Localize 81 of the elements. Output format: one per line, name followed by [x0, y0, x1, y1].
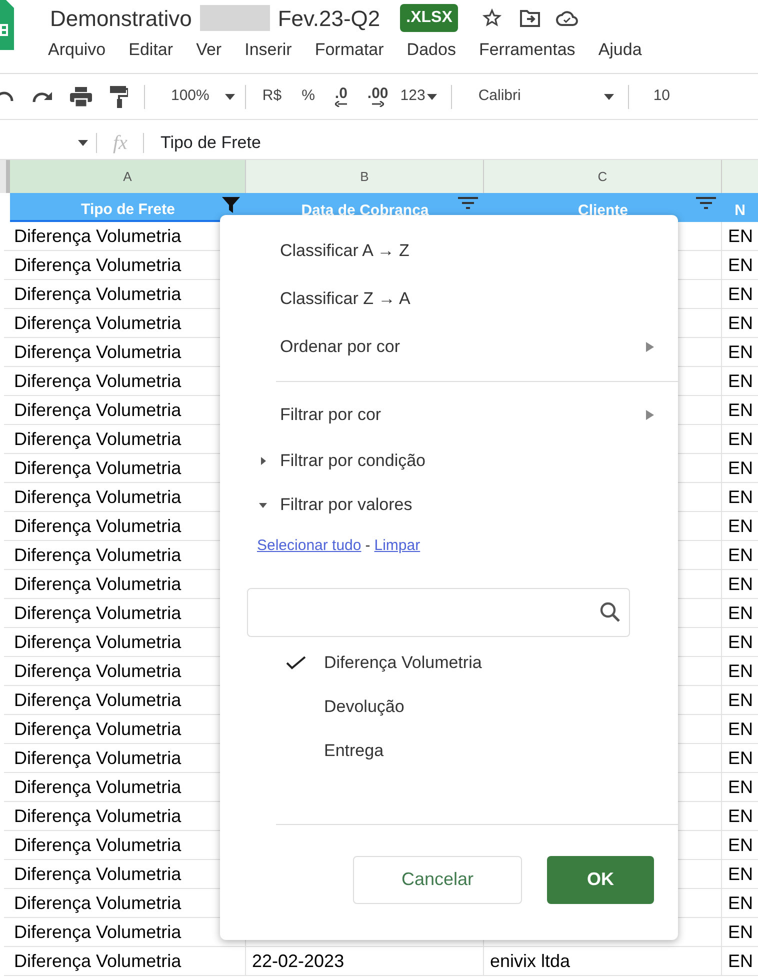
- spreadsheet-logo-icon[interactable]: [0, 0, 14, 50]
- caret-icon: [604, 94, 614, 100]
- document-title[interactable]: Demonstrativo: [50, 2, 192, 34]
- table-cell-text: EN: [728, 428, 754, 450]
- filter-lines-icon[interactable]: [458, 197, 478, 209]
- column-header[interactable]: A: [10, 160, 246, 193]
- table-cell-text: EN: [728, 602, 754, 624]
- table-cell-text: EN: [728, 862, 754, 886]
- select-all-link[interactable]: Selecionar tudo: [257, 535, 362, 558]
- currency-format-button[interactable]: R$: [262, 85, 282, 108]
- link-separator: -: [365, 536, 370, 556]
- table-cell-text: EN: [728, 718, 754, 740]
- header-cell-text: N: [734, 201, 746, 222]
- table-cell-text: EN: [728, 282, 754, 306]
- menu-item[interactable]: Ferramentas: [478, 37, 576, 63]
- table-cell-text: EN: [728, 572, 754, 596]
- filter-lines-icon[interactable]: [696, 197, 716, 209]
- table-cell-text: 22-02-2023: [252, 950, 344, 972]
- table-cell-text: EN: [728, 312, 754, 334]
- undo-icon[interactable]: [0, 90, 14, 102]
- font-size-field[interactable]: 10: [653, 85, 670, 108]
- cancel-button[interactable]: Cancelar: [353, 856, 522, 904]
- table-cell-text: EN: [728, 660, 754, 682]
- increase-decimals-button[interactable]: .00: [367, 86, 388, 107]
- ok-button[interactable]: OK: [547, 856, 654, 904]
- table-cell-text: EN: [728, 254, 754, 276]
- table-cell-text: enivix ltda: [490, 950, 570, 972]
- table-cell: Diferença Volumetria: [4, 947, 246, 975]
- cloud-icon[interactable]: [556, 10, 578, 26]
- table-cell-text: EN: [728, 486, 754, 508]
- function-label: fx: [113, 130, 128, 156]
- file-type-badge: .XLSX: [400, 4, 458, 32]
- table-cell-text: EN: [728, 544, 754, 566]
- search-field[interactable]: [247, 588, 630, 636]
- submenu-arrow-icon: [646, 342, 654, 352]
- caret-icon: [78, 140, 88, 146]
- search-icon: [599, 601, 621, 623]
- menu-item[interactable]: Ver: [196, 37, 222, 63]
- right-arrow-icon: [372, 101, 384, 107]
- menu-item[interactable]: Formatar: [314, 37, 384, 63]
- funnel-icon[interactable]: [222, 197, 240, 213]
- document-title[interactable]: Fev.23-Q2: [278, 2, 380, 34]
- table-cell-text: EN: [728, 514, 754, 538]
- table-cell-text: EN: [728, 398, 754, 422]
- zoom-dropdown[interactable]: 100%: [171, 85, 236, 108]
- table-cell-text: EN: [728, 688, 754, 712]
- clear-link[interactable]: Limpar: [374, 535, 420, 558]
- formula-field[interactable]: Tipo de Frete: [160, 130, 261, 156]
- table-cell-text: EN: [728, 834, 754, 856]
- table-cell-text: EN: [728, 340, 754, 364]
- font-dropdown[interactable]: Calibri: [478, 85, 614, 108]
- table-cell-text: EN: [728, 456, 754, 480]
- redo-icon[interactable]: [32, 90, 54, 104]
- print-icon[interactable]: [70, 86, 92, 106]
- table-cell-text: EN: [728, 746, 754, 770]
- table-cell-text: EN: [728, 950, 754, 972]
- folder-move-icon[interactable]: [520, 9, 540, 27]
- table-cell-text: EN: [728, 776, 754, 798]
- table-cell-text: EN: [728, 804, 754, 828]
- table-cell-text: EN: [728, 630, 754, 654]
- percent-format-button[interactable]: %: [302, 85, 315, 108]
- star-icon[interactable]: [482, 8, 502, 28]
- table-cell-text: EN: [728, 224, 754, 248]
- menu-item[interactable]: Editar: [128, 37, 174, 63]
- table-cell-text: EN: [728, 920, 754, 944]
- menu-item[interactable]: Ajuda: [598, 37, 642, 63]
- menu-item[interactable]: Arquivo: [48, 37, 106, 63]
- column-header[interactable]: B: [246, 160, 484, 193]
- number-format-dropdown[interactable]: 123: [400, 85, 438, 108]
- menu-item[interactable]: Inserir: [244, 37, 292, 63]
- column-header[interactable]: C: [484, 160, 722, 193]
- menu-item[interactable]: Dados: [406, 37, 456, 63]
- submenu-arrow-icon: [646, 410, 654, 420]
- redaction-block: [200, 5, 270, 31]
- paint-format-icon[interactable]: [110, 86, 128, 108]
- caret-icon: [427, 94, 438, 100]
- table-cell-text: EN: [728, 892, 754, 914]
- left-arrow-icon: [335, 101, 348, 107]
- decrease-decimals-button[interactable]: .0: [334, 86, 348, 107]
- table-cell-text: EN: [728, 370, 754, 392]
- caret-icon: [225, 94, 236, 100]
